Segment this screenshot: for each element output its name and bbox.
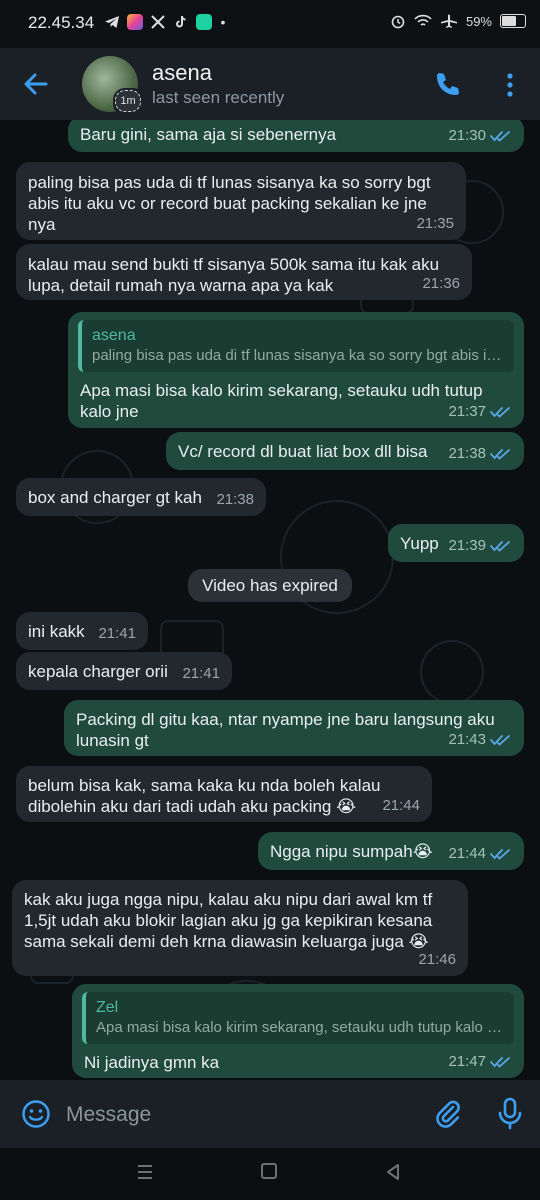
message-time: 21:47 xyxy=(448,1053,486,1070)
system-navigation-bar xyxy=(0,1148,540,1200)
reply-quote[interactable]: Zel Apa masi bisa kalo kirim sekarang, s… xyxy=(82,992,514,1044)
read-check-icon xyxy=(490,848,510,860)
message-time: 21:30 xyxy=(448,127,486,144)
messenger-icon xyxy=(196,14,212,30)
system-icons: 59% xyxy=(390,13,526,29)
message-meta: 21:30 xyxy=(448,125,512,146)
battery-icon xyxy=(500,14,526,28)
message-time: 21:35 xyxy=(416,215,454,232)
reply-quote[interactable]: asena paling bisa pas uda di tf lunas si… xyxy=(78,320,514,372)
message-meta: 21:37 xyxy=(448,401,512,422)
read-check-icon xyxy=(490,734,510,746)
message-meta: 21:39 xyxy=(448,535,512,556)
more-menu-icon[interactable] xyxy=(498,70,522,100)
message-bubble-outgoing[interactable]: Vc/ record dl buat liat box dll bisa 21:… xyxy=(166,432,524,470)
message-text: kalau mau send bukti tf sisanya 500k sam… xyxy=(28,255,440,295)
message-text: kak aku juga ngga nipu, kalau aku nipu d… xyxy=(24,890,433,951)
message-time: 21:37 xyxy=(448,403,486,420)
message-bubble-incoming[interactable]: box and charger gt kah 21:38 xyxy=(16,478,266,516)
message-bubble-incoming[interactable]: ini kakk 21:41 xyxy=(16,612,148,650)
quote-author: Zel xyxy=(96,999,119,1016)
message-input-bar xyxy=(0,1080,540,1148)
quote-text: paling bisa pas uda di tf lunas sisanya … xyxy=(92,347,504,364)
microphone-icon[interactable] xyxy=(494,1096,526,1132)
message-text: Baru gini, sama aja si sebenernya xyxy=(80,125,337,144)
read-check-icon xyxy=(490,540,510,552)
status-time: 22.45.34 xyxy=(28,13,95,32)
message-bubble-incoming[interactable]: belum bisa kak, sama kaka ku nda boleh k… xyxy=(16,766,432,822)
message-time: 21:43 xyxy=(448,731,486,748)
message-time: 21:41 xyxy=(182,665,220,682)
back-arrow-icon[interactable] xyxy=(20,68,52,100)
message-bubble-outgoing[interactable]: Baru gini, sama aja si sebenernya 21:30 xyxy=(68,120,524,152)
read-check-icon xyxy=(490,406,510,418)
message-meta: 21:35 xyxy=(416,213,454,234)
message-time: 21:39 xyxy=(448,537,486,554)
message-text: paling bisa pas uda di tf lunas sisanya … xyxy=(28,173,431,234)
message-time: 21:41 xyxy=(98,625,136,642)
gallery-icon xyxy=(127,14,143,30)
recents-icon[interactable] xyxy=(136,1162,154,1182)
background-doodle xyxy=(420,640,484,704)
dot-icon: • xyxy=(220,14,226,30)
status-bar: 22.45.34 • 59% xyxy=(0,0,540,48)
read-check-icon xyxy=(490,448,510,460)
quote-author: asena xyxy=(92,327,136,344)
message-bubble-outgoing[interactable]: Yupp 21:39 xyxy=(388,524,524,562)
alarm-icon xyxy=(391,15,405,29)
message-meta: 21:46 xyxy=(418,949,456,970)
message-time: 21:46 xyxy=(418,951,456,968)
battery-percent: 59% xyxy=(465,13,492,29)
message-bubble-incoming[interactable]: paling bisa pas uda di tf lunas sisanya … xyxy=(16,162,466,240)
message-meta: 21:38 xyxy=(216,489,254,510)
message-meta: 21:41 xyxy=(98,623,136,644)
message-bubble-outgoing[interactable]: Ngga nipu sumpah😭 21:44 xyxy=(258,832,524,870)
emoji-icon[interactable] xyxy=(20,1098,52,1130)
message-meta: 21:44 xyxy=(382,795,420,816)
read-check-icon xyxy=(490,1056,510,1068)
message-time: 21:36 xyxy=(422,275,460,292)
tiktok-icon xyxy=(176,15,186,28)
notification-icons: • xyxy=(104,14,227,30)
contact-status: last seen recently xyxy=(152,88,285,107)
message-meta: 21:38 xyxy=(448,443,512,464)
message-text: belum bisa kak, sama kaka ku nda boleh k… xyxy=(28,776,381,816)
chat-header: 1m asena last seen recently xyxy=(0,48,540,120)
back-icon[interactable] xyxy=(384,1162,402,1182)
message-meta: 21:41 xyxy=(182,663,220,684)
message-bubble-outgoing[interactable]: asena paling bisa pas uda di tf lunas si… xyxy=(68,312,524,428)
message-meta: 21:47 xyxy=(448,1051,512,1072)
attachment-icon[interactable] xyxy=(432,1098,464,1130)
message-meta: 21:43 xyxy=(448,729,512,750)
message-text: Apa masi bisa kalo kirim sekarang, setau… xyxy=(80,381,483,421)
wifi-icon xyxy=(414,14,432,26)
message-time: 21:38 xyxy=(448,445,486,462)
chat-area[interactable]: Baru gini, sama aja si sebenernya 21:30 … xyxy=(0,120,540,1080)
message-bubble-incoming[interactable]: kak aku juga ngga nipu, kalau aku nipu d… xyxy=(12,880,468,976)
message-input[interactable] xyxy=(64,1096,408,1134)
home-icon[interactable] xyxy=(261,1163,277,1179)
quote-text: Apa masi bisa kalo kirim sekarang, setau… xyxy=(96,1019,504,1036)
message-time: 21:44 xyxy=(448,845,486,862)
message-meta: 21:36 xyxy=(422,273,460,294)
contact-name[interactable]: asena xyxy=(152,60,212,86)
airplane-icon xyxy=(440,14,457,28)
message-time: 21:44 xyxy=(382,797,420,814)
read-check-icon xyxy=(490,130,510,142)
message-bubble-outgoing[interactable]: Packing dl gitu kaa, ntar nyampe jne bar… xyxy=(64,700,524,756)
x-icon xyxy=(151,15,165,29)
phone-call-icon[interactable] xyxy=(432,70,462,100)
message-meta: 21:44 xyxy=(448,843,512,864)
message-bubble-outgoing[interactable]: Zel Apa masi bisa kalo kirim sekarang, s… xyxy=(72,984,524,1078)
story-badge[interactable]: 1m xyxy=(113,88,145,116)
system-message: Video has expired xyxy=(188,569,352,602)
telegram-icon xyxy=(105,16,119,28)
message-time: 21:38 xyxy=(216,491,254,508)
message-bubble-incoming[interactable]: kepala charger orii 21:41 xyxy=(16,652,232,690)
message-bubble-incoming[interactable]: kalau mau send bukti tf sisanya 500k sam… xyxy=(16,244,472,300)
